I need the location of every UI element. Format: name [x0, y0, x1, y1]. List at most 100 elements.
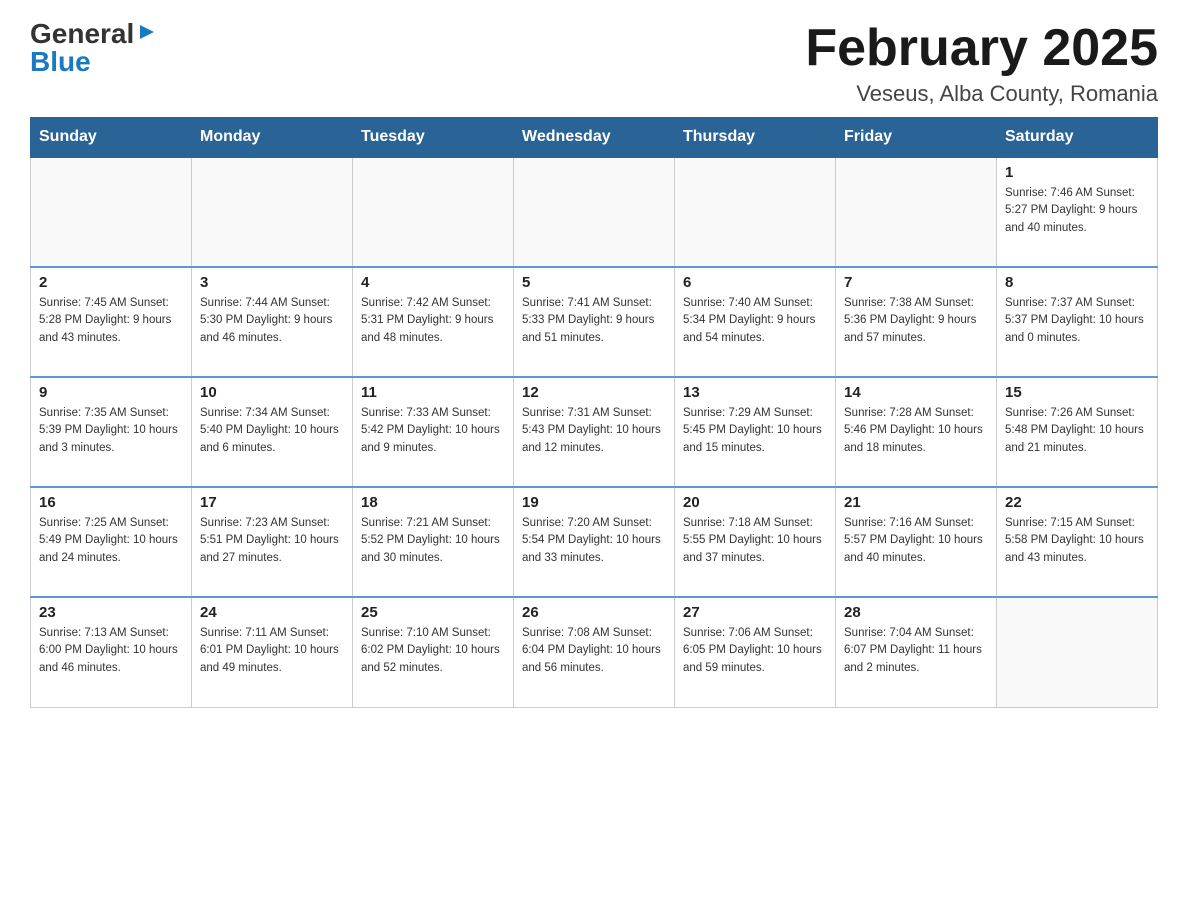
day-info: Sunrise: 7:15 AM Sunset: 5:58 PM Dayligh…	[1005, 515, 1149, 567]
calendar-cell-w5-d6: 28 Sunrise: 7:04 AM Sunset: 6:07 PM Dayli…	[836, 597, 997, 707]
day-info: Sunrise: 7:11 AM Sunset: 6:01 PM Dayligh…	[200, 625, 344, 677]
calendar-title: February 2025	[805, 20, 1158, 77]
day-info: Sunrise: 7:16 AM Sunset: 5:57 PM Dayligh…	[844, 515, 988, 567]
calendar-cell-w3-d7: 15 Sunrise: 7:26 AM Sunset: 5:48 PM Dayli…	[997, 377, 1158, 487]
header-friday: Friday	[836, 118, 997, 158]
day-info: Sunrise: 7:06 AM Sunset: 6:05 PM Dayligh…	[683, 625, 827, 677]
header-monday: Monday	[192, 118, 353, 158]
day-number: 4	[361, 274, 505, 291]
calendar-cell-w5-d5: 27 Sunrise: 7:06 AM Sunset: 6:05 PM Dayli…	[675, 597, 836, 707]
calendar-week-4: 16 Sunrise: 7:25 AM Sunset: 5:49 PM Dayli…	[31, 487, 1158, 597]
day-info: Sunrise: 7:04 AM Sunset: 6:07 PM Dayligh…	[844, 625, 988, 677]
calendar-cell-w2-d4: 5Sunrise: 7:41 AM Sunset: 5:33 PM Daylig…	[514, 267, 675, 377]
logo: General Blue	[30, 20, 158, 76]
day-number: 13	[683, 384, 827, 401]
day-info: Sunrise: 7:34 AM Sunset: 5:40 PM Dayligh…	[200, 405, 344, 457]
calendar-cell-w3-d6: 14Sunrise: 7:28 AM Sunset: 5:46 PM Dayli…	[836, 377, 997, 487]
calendar-cell-w4-d3: 18 Sunrise: 7:21 AM Sunset: 5:52 PM Dayli…	[353, 487, 514, 597]
day-number: 1	[1005, 164, 1149, 181]
page-header: General Blue February 2025 Veseus, Alba …	[30, 20, 1158, 107]
calendar-week-3: 9 Sunrise: 7:35 AM Sunset: 5:39 PM Daylig…	[31, 377, 1158, 487]
calendar-cell-w4-d5: 20Sunrise: 7:18 AM Sunset: 5:55 PM Dayli…	[675, 487, 836, 597]
day-number: 8	[1005, 274, 1149, 291]
day-info: Sunrise: 7:10 AM Sunset: 6:02 PM Dayligh…	[361, 625, 505, 677]
day-number: 5	[522, 274, 666, 291]
logo-arrow-icon	[136, 21, 158, 43]
day-info: Sunrise: 7:28 AM Sunset: 5:46 PM Dayligh…	[844, 405, 988, 457]
day-number: 16	[39, 494, 183, 511]
calendar-location: Veseus, Alba County, Romania	[805, 81, 1158, 107]
calendar-header-row: Sunday Monday Tuesday Wednesday Thursday…	[31, 118, 1158, 158]
calendar-cell-w1-d2	[192, 157, 353, 267]
day-number: 28	[844, 604, 988, 621]
day-info: Sunrise: 7:33 AM Sunset: 5:42 PM Dayligh…	[361, 405, 505, 457]
day-number: 2	[39, 274, 183, 291]
calendar-week-1: 1Sunrise: 7:46 AM Sunset: 5:27 PM Daylig…	[31, 157, 1158, 267]
day-info: Sunrise: 7:44 AM Sunset: 5:30 PM Dayligh…	[200, 295, 344, 347]
calendar-cell-w4-d6: 21 Sunrise: 7:16 AM Sunset: 5:57 PM Dayli…	[836, 487, 997, 597]
header-saturday: Saturday	[997, 118, 1158, 158]
header-tuesday: Tuesday	[353, 118, 514, 158]
logo-general-text: General	[30, 20, 134, 48]
calendar-cell-w2-d6: 7 Sunrise: 7:38 AM Sunset: 5:36 PM Daylig…	[836, 267, 997, 377]
day-info: Sunrise: 7:31 AM Sunset: 5:43 PM Dayligh…	[522, 405, 666, 457]
calendar-cell-w5-d1: 23 Sunrise: 7:13 AM Sunset: 6:00 PM Dayli…	[31, 597, 192, 707]
logo-blue-text: Blue	[30, 48, 91, 76]
header-sunday: Sunday	[31, 118, 192, 158]
day-info: Sunrise: 7:38 AM Sunset: 5:36 PM Dayligh…	[844, 295, 988, 347]
calendar-cell-w1-d5	[675, 157, 836, 267]
day-info: Sunrise: 7:13 AM Sunset: 6:00 PM Dayligh…	[39, 625, 183, 677]
day-info: Sunrise: 7:18 AM Sunset: 5:55 PM Dayligh…	[683, 515, 827, 567]
day-info: Sunrise: 7:23 AM Sunset: 5:51 PM Dayligh…	[200, 515, 344, 567]
calendar-cell-w1-d4	[514, 157, 675, 267]
day-info: Sunrise: 7:45 AM Sunset: 5:28 PM Dayligh…	[39, 295, 183, 347]
day-info: Sunrise: 7:37 AM Sunset: 5:37 PM Dayligh…	[1005, 295, 1149, 347]
day-number: 6	[683, 274, 827, 291]
calendar-cell-w4-d4: 19Sunrise: 7:20 AM Sunset: 5:54 PM Dayli…	[514, 487, 675, 597]
calendar-cell-w4-d1: 16 Sunrise: 7:25 AM Sunset: 5:49 PM Dayli…	[31, 487, 192, 597]
day-info: Sunrise: 7:20 AM Sunset: 5:54 PM Dayligh…	[522, 515, 666, 567]
calendar-cell-w1-d6	[836, 157, 997, 267]
day-number: 22	[1005, 494, 1149, 511]
calendar-cell-w1-d3	[353, 157, 514, 267]
day-number: 10	[200, 384, 344, 401]
day-number: 18	[361, 494, 505, 511]
calendar-cell-w3-d1: 9 Sunrise: 7:35 AM Sunset: 5:39 PM Daylig…	[31, 377, 192, 487]
calendar-week-2: 2 Sunrise: 7:45 AM Sunset: 5:28 PM Daylig…	[31, 267, 1158, 377]
calendar-cell-w3-d3: 11Sunrise: 7:33 AM Sunset: 5:42 PM Dayli…	[353, 377, 514, 487]
day-info: Sunrise: 7:25 AM Sunset: 5:49 PM Dayligh…	[39, 515, 183, 567]
calendar-cell-w3-d4: 12 Sunrise: 7:31 AM Sunset: 5:43 PM Dayli…	[514, 377, 675, 487]
day-info: Sunrise: 7:42 AM Sunset: 5:31 PM Dayligh…	[361, 295, 505, 347]
header-wednesday: Wednesday	[514, 118, 675, 158]
calendar-cell-w2-d3: 4 Sunrise: 7:42 AM Sunset: 5:31 PM Daylig…	[353, 267, 514, 377]
day-info: Sunrise: 7:29 AM Sunset: 5:45 PM Dayligh…	[683, 405, 827, 457]
day-info: Sunrise: 7:21 AM Sunset: 5:52 PM Dayligh…	[361, 515, 505, 567]
day-number: 3	[200, 274, 344, 291]
calendar-cell-w5-d3: 25 Sunrise: 7:10 AM Sunset: 6:02 PM Dayli…	[353, 597, 514, 707]
day-number: 21	[844, 494, 988, 511]
calendar-cell-w5-d4: 26Sunrise: 7:08 AM Sunset: 6:04 PM Dayli…	[514, 597, 675, 707]
calendar-cell-w5-d2: 24Sunrise: 7:11 AM Sunset: 6:01 PM Dayli…	[192, 597, 353, 707]
header-thursday: Thursday	[675, 118, 836, 158]
day-info: Sunrise: 7:26 AM Sunset: 5:48 PM Dayligh…	[1005, 405, 1149, 457]
calendar-cell-w1-d7: 1Sunrise: 7:46 AM Sunset: 5:27 PM Daylig…	[997, 157, 1158, 267]
calendar-cell-w1-d1	[31, 157, 192, 267]
calendar-cell-w2-d5: 6Sunrise: 7:40 AM Sunset: 5:34 PM Daylig…	[675, 267, 836, 377]
day-number: 27	[683, 604, 827, 621]
calendar-week-5: 23 Sunrise: 7:13 AM Sunset: 6:00 PM Dayli…	[31, 597, 1158, 707]
title-block: February 2025 Veseus, Alba County, Roman…	[805, 20, 1158, 107]
day-info: Sunrise: 7:35 AM Sunset: 5:39 PM Dayligh…	[39, 405, 183, 457]
day-number: 17	[200, 494, 344, 511]
calendar-cell-w4-d7: 22 Sunrise: 7:15 AM Sunset: 5:58 PM Dayli…	[997, 487, 1158, 597]
day-number: 23	[39, 604, 183, 621]
calendar-table: Sunday Monday Tuesday Wednesday Thursday…	[30, 117, 1158, 708]
day-number: 9	[39, 384, 183, 401]
day-number: 15	[1005, 384, 1149, 401]
calendar-cell-w3-d2: 10 Sunrise: 7:34 AM Sunset: 5:40 PM Dayli…	[192, 377, 353, 487]
calendar-cell-w2-d1: 2 Sunrise: 7:45 AM Sunset: 5:28 PM Daylig…	[31, 267, 192, 377]
day-number: 7	[844, 274, 988, 291]
day-number: 12	[522, 384, 666, 401]
calendar-cell-w2-d7: 8 Sunrise: 7:37 AM Sunset: 5:37 PM Daylig…	[997, 267, 1158, 377]
day-number: 25	[361, 604, 505, 621]
day-info: Sunrise: 7:08 AM Sunset: 6:04 PM Dayligh…	[522, 625, 666, 677]
